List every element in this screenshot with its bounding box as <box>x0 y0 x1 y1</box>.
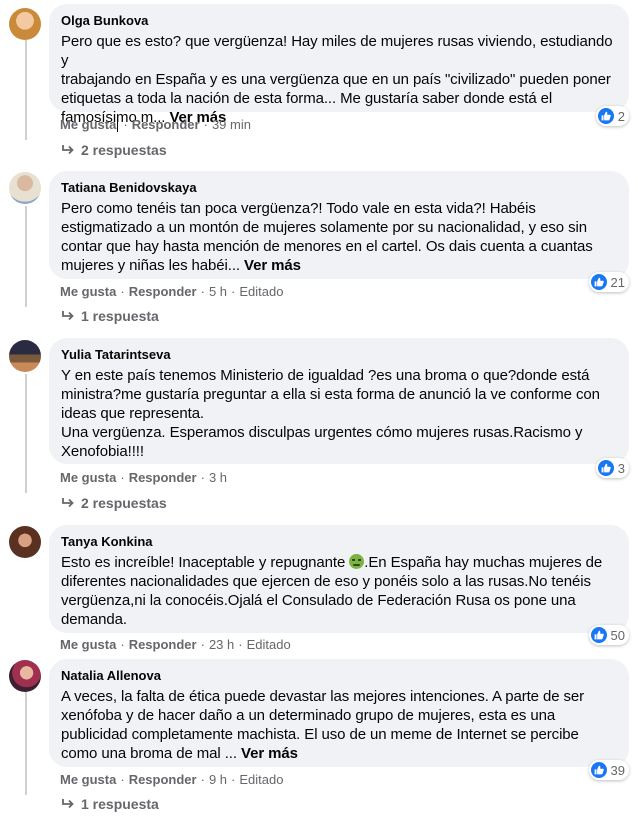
view-replies-link[interactable]: 2 respuestas <box>61 494 167 512</box>
reaction-count[interactable]: 21 <box>588 272 629 292</box>
comment-timestamp[interactable]: 5 h <box>209 284 227 299</box>
comment-timestamp[interactable]: 9 h <box>209 772 227 787</box>
like-icon <box>597 460 614 476</box>
avatar[interactable] <box>9 172 41 204</box>
comment-author[interactable]: Yulia Tatarintseva <box>61 346 617 364</box>
thread-line <box>25 690 27 795</box>
reaction-count[interactable]: 39 <box>588 760 629 780</box>
reply-button[interactable]: Responder <box>129 637 197 652</box>
comment-bubble: Natalia Allenova A veces, la falta de ét… <box>49 659 629 767</box>
comment-actions: Me gusta · Responder · 3 h <box>60 470 228 485</box>
view-replies-link[interactable]: 1 respuesta <box>61 307 159 325</box>
edited-label: Editado <box>239 284 284 299</box>
avatar[interactable] <box>9 526 41 558</box>
reply-button[interactable]: Responder <box>129 284 197 299</box>
view-replies-link[interactable]: 1 respuesta <box>61 795 159 813</box>
reply-arrow-icon <box>61 497 75 509</box>
see-more-link[interactable]: Ver más <box>241 745 298 762</box>
reaction-count[interactable]: 3 <box>595 458 629 478</box>
reply-button[interactable]: Responder <box>129 772 197 787</box>
comment-actions: Me gusta · Responder · 23 h · Editado <box>60 637 291 652</box>
view-replies-link[interactable]: 2 respuestas <box>61 141 167 159</box>
thread-line <box>25 40 27 140</box>
avatar[interactable] <box>9 340 41 372</box>
comment-actions: Me gusta · Responder · 39 min <box>60 117 251 132</box>
comment-author[interactable]: Natalia Allenova <box>61 667 617 685</box>
reply-arrow-icon <box>61 310 75 322</box>
comment-timestamp[interactable]: 23 h <box>209 637 234 652</box>
comment-author[interactable]: Olga Bunkova <box>61 12 617 30</box>
reaction-count[interactable]: 2 <box>595 106 629 126</box>
like-icon <box>590 762 607 778</box>
text-cursor <box>117 117 119 132</box>
like-icon <box>590 274 607 290</box>
comment-timestamp[interactable]: 39 min <box>212 117 251 132</box>
comment-bubble: Olga Bunkova Pero que es esto? que vergü… <box>49 4 629 126</box>
reply-button[interactable]: Responder <box>129 470 197 485</box>
see-more-link[interactable]: Ver más <box>244 257 301 274</box>
comment-author[interactable]: Tanya Konkina <box>61 533 617 551</box>
comment-text: Y en este país tenemos Ministerio de igu… <box>61 367 600 460</box>
like-icon <box>597 108 614 124</box>
avatar[interactable] <box>9 660 41 692</box>
comment-timestamp[interactable]: 3 h <box>209 470 227 485</box>
thread-line <box>25 206 27 307</box>
nauseated-face-icon <box>349 554 365 569</box>
like-button[interactable]: Me gusta <box>60 284 116 299</box>
comment-bubble: Tanya Konkina Esto es increíble! Inacept… <box>49 525 629 633</box>
comment-actions: Me gusta · Responder · 5 h · Editado <box>60 284 284 299</box>
reaction-count[interactable]: 50 <box>588 625 629 645</box>
thread-line <box>25 374 27 493</box>
comment-text: Pero como tenéis tan poca vergüenza?! To… <box>61 200 593 274</box>
reply-arrow-icon <box>61 144 75 156</box>
like-button[interactable]: Me gusta <box>60 637 116 652</box>
reply-button[interactable]: Responder <box>132 117 200 132</box>
comment-actions: Me gusta · Responder · 9 h · Editado <box>60 772 284 787</box>
like-button[interactable]: Me gusta <box>60 117 116 132</box>
avatar[interactable] <box>9 8 41 40</box>
comment-bubble: Tatiana Benidovskaya Pero como tenéis ta… <box>49 171 629 279</box>
like-button[interactable]: Me gusta <box>60 772 116 787</box>
comment-text: Esto es increíble! Inaceptable y repugna… <box>61 554 350 571</box>
comment-author[interactable]: Tatiana Benidovskaya <box>61 179 617 197</box>
comment-bubble: Yulia Tatarintseva Y en este país tenemo… <box>49 338 629 464</box>
edited-label: Editado <box>246 637 291 652</box>
comment-text: Pero que es esto? que vergüenza! Hay mil… <box>61 33 613 126</box>
like-icon <box>590 627 607 643</box>
like-button[interactable]: Me gusta <box>60 470 116 485</box>
reply-arrow-icon <box>61 798 75 810</box>
comment-text: A veces, la falta de ética puede devasta… <box>61 688 585 762</box>
edited-label: Editado <box>239 772 284 787</box>
